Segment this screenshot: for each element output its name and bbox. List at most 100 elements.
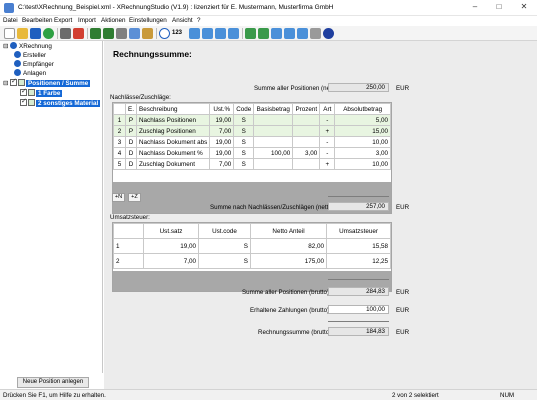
checkbox-icon[interactable]	[10, 77, 18, 86]
cell-description[interactable]: Nachlass Dokument abs	[135, 136, 211, 148]
cell-vat-rate[interactable]: 19,00	[209, 114, 235, 126]
cell-vat-code[interactable]: S	[198, 238, 251, 254]
menu-help[interactable]: ?	[197, 17, 201, 24]
delete-row-icon[interactable]	[202, 28, 213, 39]
cell-percent[interactable]	[292, 136, 321, 148]
cell-type[interactable]: +	[319, 158, 336, 170]
column-header[interactable]: Beschreibung	[135, 103, 211, 115]
menu-datei[interactable]: Datei	[3, 17, 18, 24]
menu-bearbeiten[interactable]: Bearbeiten	[22, 17, 52, 24]
new-file-icon[interactable]	[4, 28, 15, 39]
table-row[interactable]: 4 D Nachlass Dokument % 19,00 S 100,00 3…	[113, 147, 391, 159]
cell-vat-rate[interactable]: 7,00	[209, 158, 235, 170]
menu-export[interactable]: Export	[54, 17, 72, 24]
column-header[interactable]: Art	[319, 103, 336, 115]
tree-item-empfaenger[interactable]: Empfänger	[14, 60, 54, 69]
move-up-icon[interactable]	[215, 28, 226, 39]
open-folder-icon[interactable]	[17, 28, 28, 39]
add-z-button[interactable]: +Z	[128, 193, 141, 202]
cell-type[interactable]: -	[319, 147, 336, 159]
cell-description[interactable]: Zuschlag Dokument	[135, 158, 211, 170]
tree-root[interactable]: ⊟ XRechnung	[3, 42, 52, 51]
column-header[interactable]: Netto Anteil	[250, 223, 327, 239]
paste-icon[interactable]	[142, 28, 153, 39]
add-row-icon[interactable]	[189, 28, 200, 39]
tree-item-ersteller[interactable]: Ersteller	[14, 51, 46, 60]
settings-icon[interactable]	[310, 28, 321, 39]
cell-type[interactable]: -	[319, 136, 336, 148]
column-header[interactable]: Absolutbetrag	[334, 103, 391, 115]
cell-description[interactable]: Zuschlag Positionen	[135, 125, 211, 137]
save-icon[interactable]	[30, 28, 41, 39]
column-header[interactable]: Prozent	[292, 103, 321, 115]
column-header[interactable]: Umsatzsteuer	[326, 223, 391, 239]
maximize-button[interactable]: □	[490, 0, 508, 14]
cell-percent[interactable]: 3,00	[292, 147, 321, 159]
move-down-icon[interactable]	[228, 28, 239, 39]
table-row[interactable]: 1 19,00 S 82,00 15,58	[113, 238, 391, 254]
paid-input[interactable]: 100,00	[328, 305, 389, 314]
column-header[interactable]: E.	[125, 103, 137, 115]
table-icon[interactable]	[258, 28, 269, 39]
cell-level[interactable]: D	[125, 158, 137, 170]
cell-base-amount[interactable]	[253, 136, 294, 148]
redo-icon[interactable]	[103, 28, 114, 39]
attachment-icon[interactable]	[245, 28, 256, 39]
tree-item-positionen[interactable]: ⊟ Positionen / Summe	[3, 77, 91, 88]
cell-percent[interactable]	[292, 125, 321, 137]
cell-absolute[interactable]: 15,00	[334, 125, 391, 137]
undo-icon[interactable]	[90, 28, 101, 39]
minimize-button[interactable]: –	[466, 0, 484, 14]
add-n-button[interactable]: +N	[112, 193, 125, 202]
table-row[interactable]: 2 P Zuschlag Positionen 7,00 S + 15,00	[113, 125, 391, 137]
cell-type[interactable]: -	[319, 114, 336, 126]
cut-icon[interactable]	[116, 28, 127, 39]
cell-vat-rate[interactable]: 19,00	[143, 238, 199, 254]
cell-base-amount[interactable]	[253, 158, 294, 170]
number-format-icon[interactable]: 123	[172, 28, 186, 39]
export-icon[interactable]	[297, 28, 308, 39]
table-row[interactable]: 5 D Zuschlag Dokument 7,00 S + 10,00	[113, 158, 391, 170]
check-icon[interactable]	[43, 28, 54, 39]
cell-vat-amount[interactable]: 15,58	[326, 238, 391, 254]
pdf-icon[interactable]	[73, 28, 84, 39]
cell-code[interactable]: S	[233, 136, 255, 148]
cell-code[interactable]: S	[233, 125, 255, 137]
cell-level[interactable]: P	[125, 125, 137, 137]
cell-vat-amount[interactable]: 12,25	[326, 253, 391, 269]
checkbox-icon[interactable]	[20, 97, 27, 106]
column-header[interactable]: Basisbetrag	[253, 103, 294, 115]
menu-einstellungen[interactable]: Einstellungen	[129, 17, 167, 24]
cell-base-amount[interactable]	[253, 114, 294, 126]
cell-vat-rate[interactable]: 19,00	[209, 147, 235, 159]
table-row[interactable]: 2 7,00 S 175,00 12,25	[113, 253, 391, 269]
cell-code[interactable]: S	[233, 158, 255, 170]
column-header[interactable]: Ust.code	[198, 223, 251, 239]
cell-level[interactable]: P	[125, 114, 137, 126]
cell-absolute[interactable]: 5,00	[334, 114, 391, 126]
cell-percent[interactable]	[292, 114, 321, 126]
table-row[interactable]: 3 D Nachlass Dokument abs 19,00 S - 10,0…	[113, 136, 391, 148]
checkbox-icon[interactable]	[20, 87, 27, 96]
print-icon[interactable]	[60, 28, 71, 39]
cell-net-share[interactable]: 82,00	[250, 238, 327, 254]
cell-type[interactable]: +	[319, 125, 336, 137]
cell-vat-rate[interactable]: 19,00	[209, 136, 235, 148]
cell-vat-code[interactable]: S	[198, 253, 251, 269]
help-icon[interactable]	[323, 28, 334, 39]
cell-percent[interactable]	[292, 158, 321, 170]
cell-net-share[interactable]: 175,00	[250, 253, 327, 269]
cell-level[interactable]: D	[125, 136, 137, 148]
menu-ansicht[interactable]: Ansicht	[172, 17, 193, 24]
tree-item-position-2[interactable]: 2 sonstiges Material	[20, 97, 101, 108]
cell-base-amount[interactable]	[253, 125, 294, 137]
calculator-icon[interactable]	[284, 28, 295, 39]
new-position-button[interactable]: Neue Position anlegen	[17, 377, 89, 388]
cell-vat-rate[interactable]: 7,00	[209, 125, 235, 137]
table-row[interactable]: 1 P Nachlass Positionen 19,00 S - 5,00	[113, 114, 391, 126]
cell-code[interactable]: S	[233, 114, 255, 126]
search-icon[interactable]	[159, 28, 170, 39]
cell-absolute[interactable]: 10,00	[334, 158, 391, 170]
cell-absolute[interactable]: 10,00	[334, 136, 391, 148]
tree-item-anlagen[interactable]: Anlagen	[14, 69, 46, 78]
